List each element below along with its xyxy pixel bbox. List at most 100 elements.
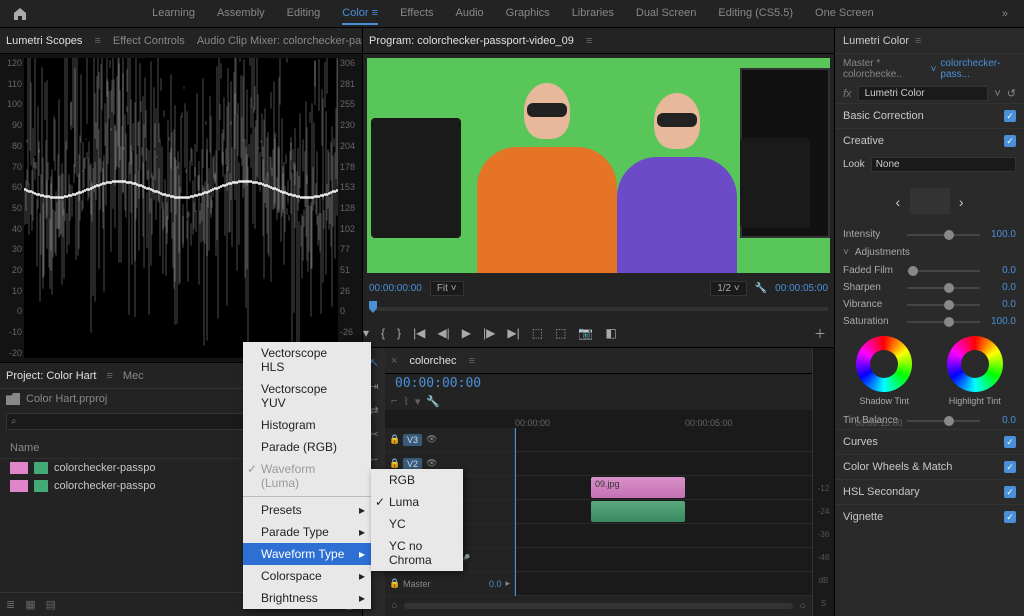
freeform-view-icon[interactable]: ▤	[46, 598, 56, 611]
workspace-tab-color[interactable]: Color ≡	[342, 3, 378, 25]
tab-lumetri-color[interactable]: Lumetri Color	[843, 35, 909, 47]
highlight-tint-wheel[interactable]	[947, 336, 1003, 392]
add-marker-icon[interactable]: ▾	[415, 395, 421, 408]
workspace-tab-assembly[interactable]: Assembly	[217, 3, 265, 25]
tab-sequence[interactable]: colorchec	[409, 355, 456, 367]
workspace-tab-graphics[interactable]: Graphics	[506, 3, 550, 25]
toggle-output-icon[interactable]: 👁	[426, 458, 437, 469]
go-to-out-icon[interactable]: ▶|	[507, 326, 519, 340]
zoom-scrollbar[interactable]	[404, 603, 794, 609]
section-curves[interactable]: Curves✓	[835, 429, 1024, 454]
section-vignette[interactable]: Vignette✓	[835, 504, 1024, 529]
video-clip[interactable]: 09.jpg	[591, 477, 685, 498]
section-hsl-secondary[interactable]: HSL Secondary✓	[835, 479, 1024, 504]
submenu-item[interactable]: Luma	[371, 491, 463, 513]
tab-effect-controls[interactable]: Effect Controls	[113, 35, 185, 47]
extract-icon[interactable]: ⬚	[555, 326, 566, 340]
timeline-timecode[interactable]: 00:00:00:00	[389, 376, 487, 391]
menu-item[interactable]: Vectorscope YUV	[243, 378, 371, 414]
submenu-item[interactable]: YC	[371, 513, 463, 535]
submenu-item[interactable]: RGB	[371, 469, 463, 491]
audio-clip[interactable]	[591, 501, 685, 522]
zoom-out-icon[interactable]: ○	[391, 600, 398, 612]
program-out-timecode[interactable]: 00:00:05:00	[775, 283, 828, 294]
zoom-in-icon[interactable]: ○	[799, 600, 806, 612]
workspace-tab-effects[interactable]: Effects	[400, 3, 433, 25]
intensity-slider[interactable]	[907, 234, 980, 236]
next-look-icon[interactable]: ›	[959, 194, 964, 210]
menu-item[interactable]: Parade Type▸	[243, 521, 371, 543]
tab-project[interactable]: Project: Color Hart	[6, 370, 96, 382]
menu-item[interactable]: Vectorscope HLS	[243, 342, 371, 378]
slider[interactable]	[907, 321, 980, 323]
menu-item-waveform-luma[interactable]: Waveform (Luma)	[243, 458, 371, 494]
comparison-icon[interactable]: ◧	[605, 326, 616, 340]
marker-icon[interactable]: ▾	[363, 326, 369, 340]
settings-icon[interactable]: 🔧	[755, 283, 767, 294]
effect-dropdown[interactable]: Lumetri Color	[858, 86, 989, 101]
export-frame-icon[interactable]: 📷	[578, 326, 593, 340]
program-scrubber[interactable]	[369, 299, 828, 319]
submenu-item[interactable]: YC no Chroma	[371, 535, 463, 571]
workspace-tab-libraries[interactable]: Libraries	[572, 3, 614, 25]
step-forward-icon[interactable]: |▶	[483, 326, 495, 340]
lift-icon[interactable]: ⬚	[532, 326, 543, 340]
slider[interactable]	[907, 287, 980, 289]
step-back-icon[interactable]: ◀|	[437, 326, 449, 340]
lock-icon[interactable]: 🔒	[389, 434, 399, 445]
tint-balance-value[interactable]: 0.0	[986, 415, 1016, 426]
out-point-icon[interactable]: }	[397, 326, 401, 340]
workspace-tab-editing[interactable]: Editing	[287, 3, 321, 25]
menu-item[interactable]: Waveform Type▸	[243, 543, 371, 565]
workspace-overflow-icon[interactable]: »	[994, 8, 1016, 20]
settings-icon[interactable]: 🔧	[426, 395, 440, 408]
reset-icon[interactable]: ↺	[1007, 87, 1016, 100]
menu-item[interactable]: Presets▸	[243, 499, 371, 521]
sequence-link[interactable]: colorchecker-pass...	[940, 58, 1016, 80]
program-in-timecode[interactable]: 00:00:00:00	[369, 283, 422, 294]
fit-dropdown[interactable]: Fit ˅	[430, 281, 464, 296]
playhead-icon[interactable]	[369, 301, 377, 313]
video-track[interactable]: 🔒V3👁	[385, 428, 812, 452]
adjustments-header[interactable]: Adjustments	[855, 247, 910, 258]
go-to-in-icon[interactable]: |◀	[413, 326, 425, 340]
program-monitor-viewport[interactable]	[367, 58, 830, 273]
menu-item[interactable]: Histogram	[243, 414, 371, 436]
menu-item[interactable]: Parade (RGB)	[243, 436, 371, 458]
tab-media-browser[interactable]: Mec	[123, 370, 144, 382]
workspace-tab-dual-screen[interactable]: Dual Screen	[636, 3, 697, 25]
play-icon[interactable]: ▶	[462, 326, 471, 340]
workspace-tab-one-screen[interactable]: One Screen	[815, 3, 874, 25]
linked-selection-icon[interactable]: ⌇	[403, 395, 408, 408]
list-view-icon[interactable]: ≣	[6, 598, 15, 611]
tab-program-monitor[interactable]: Program: colorchecker-passport-video_09	[369, 35, 574, 47]
timeline-playhead[interactable]	[515, 428, 516, 596]
zoom-dropdown[interactable]: 1/2 ˅	[710, 281, 747, 296]
workspace-tab-editing--cs5-5-[interactable]: Editing (CS5.5)	[718, 3, 793, 25]
workspace-tab-audio[interactable]: Audio	[456, 3, 484, 25]
menu-item[interactable]: Brightness▸	[243, 587, 371, 609]
in-point-icon[interactable]: {	[381, 326, 385, 340]
section-color-wheels[interactable]: Color Wheels & Match✓	[835, 454, 1024, 479]
icon-view-icon[interactable]: ▦	[25, 598, 35, 611]
tint-balance-slider[interactable]	[907, 420, 980, 422]
prev-look-icon[interactable]: ‹	[896, 194, 901, 210]
workspace-tab-learning[interactable]: Learning	[152, 3, 195, 25]
slider[interactable]	[907, 304, 980, 306]
menu-item[interactable]: Colorspace▸	[243, 565, 371, 587]
lumetri-scopes-display[interactable]: 1201101009080706050403020100-10-20 30628…	[0, 54, 362, 362]
toggle-output-icon[interactable]: 👁	[426, 434, 437, 445]
section-creative[interactable]: Creative✓	[835, 128, 1024, 153]
slider[interactable]	[907, 270, 980, 272]
look-dropdown[interactable]: None	[871, 157, 1016, 172]
home-icon[interactable]	[8, 2, 32, 26]
button-editor-icon[interactable]: ＋	[814, 325, 826, 342]
tab-lumetri-scopes[interactable]: Lumetri Scopes	[6, 35, 82, 47]
section-basic-correction[interactable]: Basic Correction✓	[835, 103, 1024, 128]
intensity-value[interactable]: 100.0	[986, 229, 1016, 240]
snap-icon[interactable]: ⌐	[391, 395, 397, 408]
tab-audio-clip-mixer[interactable]: Audio Clip Mixer: colorchecker-passport-	[197, 35, 362, 47]
lock-icon[interactable]: 🔒	[389, 458, 399, 469]
shadow-tint-wheel[interactable]	[856, 336, 912, 392]
timeline-ruler[interactable]: 00:00:0000:00:05:0000:00:10:00	[385, 410, 812, 428]
